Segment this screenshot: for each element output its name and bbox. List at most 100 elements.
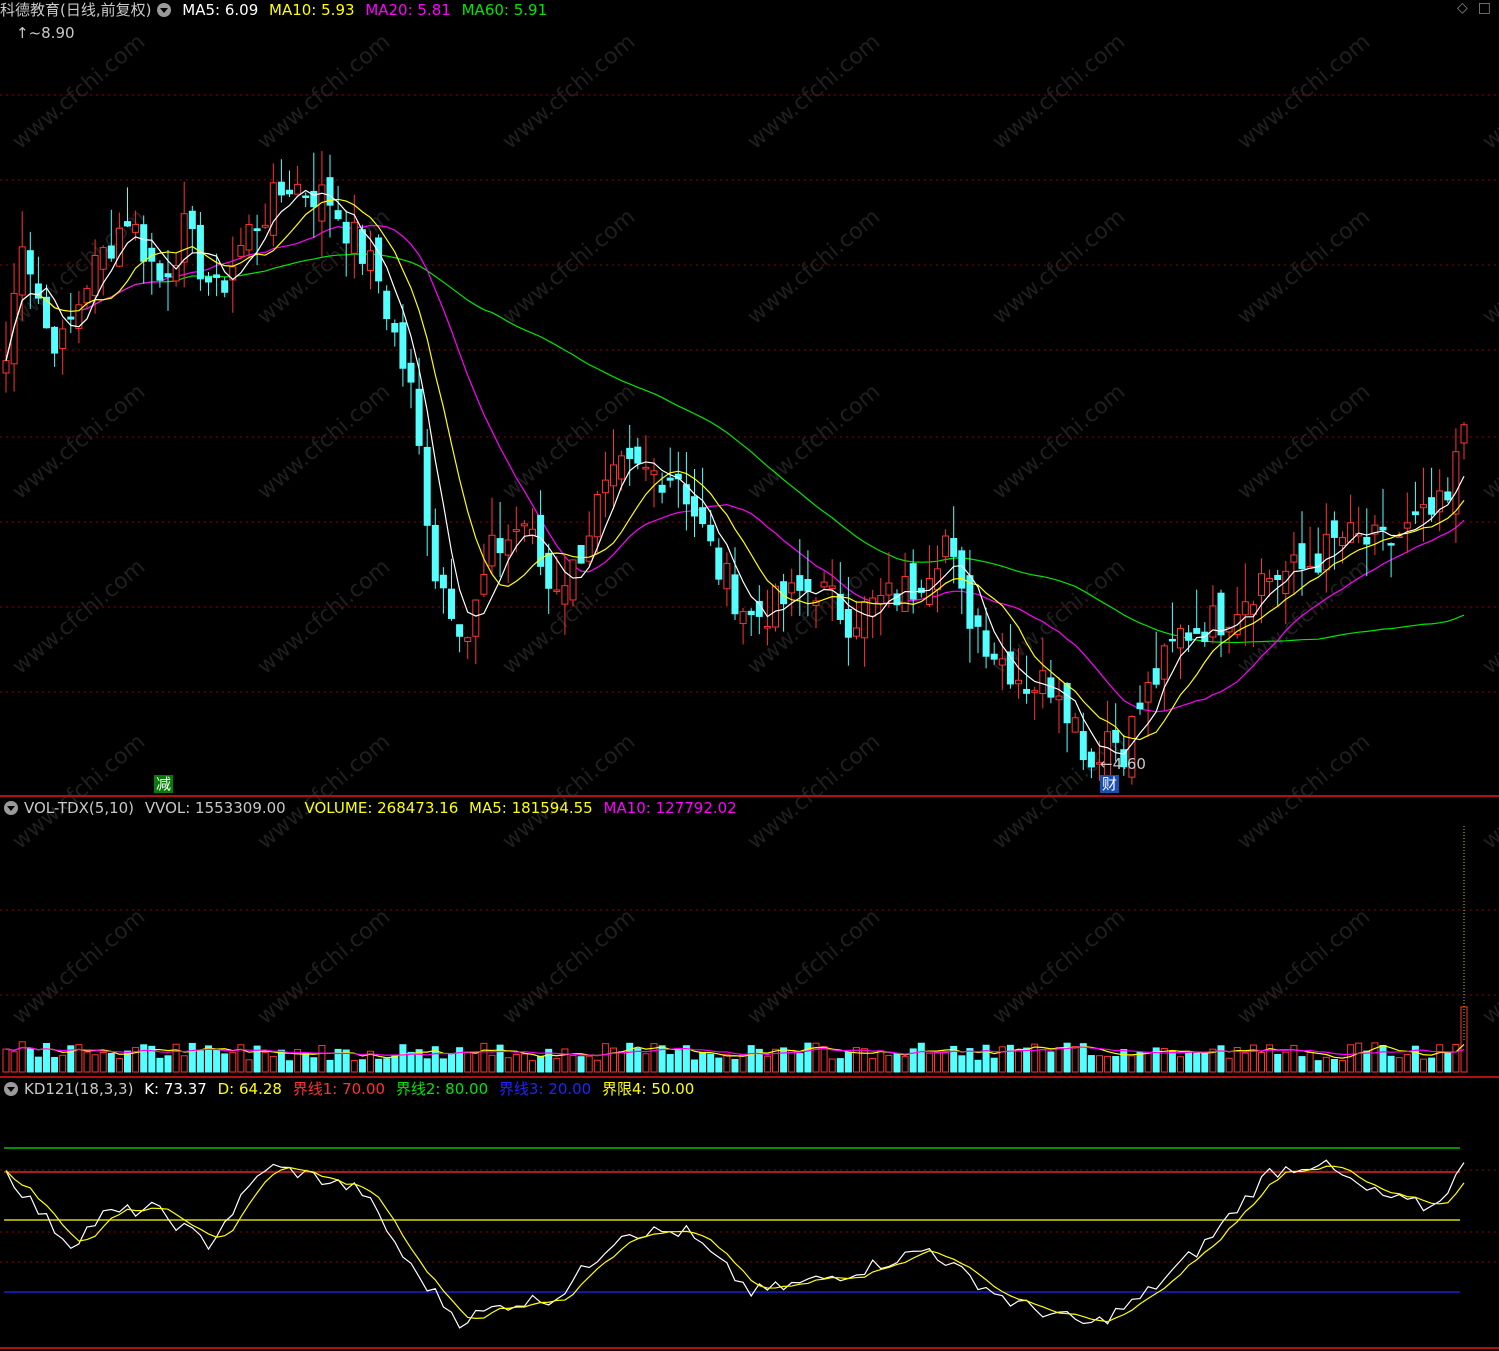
- candle-body: [1071, 717, 1079, 733]
- candle-body: [439, 574, 447, 589]
- chart-canvas[interactable]: www.cfchi.com www.cfchi.com www.cfchi.com w…: [0, 0, 1499, 1351]
- candle-body: [132, 223, 140, 233]
- volume-bar: [1314, 1060, 1322, 1073]
- low-price-value: 4.60: [1112, 755, 1146, 773]
- candle-body: [942, 535, 950, 558]
- watermark-text: www.cfchi.com: [743, 29, 885, 154]
- candle-body: [18, 246, 26, 296]
- candle-body: [1136, 702, 1144, 710]
- volume-bar: [1249, 1044, 1257, 1073]
- volume-bar: [99, 1052, 107, 1073]
- volume-bar: [934, 1052, 941, 1073]
- volume-bar: [820, 1046, 828, 1073]
- candle-body: [715, 547, 723, 580]
- volume-bar: [610, 1047, 617, 1073]
- volume-bar: [1144, 1051, 1152, 1073]
- watermark-text: www.cfchi.com: [988, 29, 1130, 154]
- kd-path: [5, 1159, 1465, 1329]
- main-toggle-icon[interactable]: [157, 3, 172, 17]
- candle-body: [618, 455, 626, 480]
- reduce-tag[interactable]: 减: [154, 775, 174, 793]
- candle-body: [731, 574, 739, 615]
- watermark-text: www.cfchi.com: [8, 554, 150, 679]
- volume-bar: [844, 1051, 852, 1073]
- watermark-text: www.cfchi.com: [498, 29, 640, 154]
- candle-body: [1112, 729, 1120, 743]
- volume-bar: [448, 1053, 455, 1073]
- volume-bars[interactable]: [2, 826, 1468, 1073]
- watermark-text: www.cfchi.com: [988, 904, 1130, 1029]
- volume-bar: [59, 1054, 67, 1073]
- candle-body: [1330, 520, 1338, 538]
- watermark-text: www.cfchi.com: [253, 554, 395, 679]
- candle-body: [804, 579, 812, 592]
- volume-bar: [982, 1044, 990, 1073]
- volume-bar: [1160, 1048, 1168, 1073]
- maximize-icon[interactable]: □: [1478, 0, 1491, 16]
- volume-bar: [739, 1054, 747, 1073]
- volume-bar: [893, 1053, 901, 1073]
- d-value: D: 64.28: [217, 1080, 282, 1098]
- volume-bar: [43, 1042, 50, 1073]
- candle-body: [1411, 511, 1419, 516]
- volume-bar: [310, 1057, 318, 1073]
- volume-bar: [593, 1059, 601, 1073]
- watermark-text: www.cfchi.com: [1478, 729, 1499, 854]
- diamond-icon[interactable]: ◇: [1457, 0, 1468, 16]
- candle-body: [302, 195, 310, 198]
- watermark-text: www.cfchi.com: [1233, 554, 1375, 679]
- candle-body: [1379, 526, 1387, 531]
- candle-body: [488, 534, 496, 567]
- volume-bar: [1112, 1056, 1120, 1073]
- volume-bar: [885, 1054, 893, 1073]
- volume-bar: [666, 1054, 674, 1073]
- volume-bar: [642, 1053, 650, 1073]
- candle-body: [51, 326, 59, 354]
- volume-bar: [196, 1050, 204, 1073]
- high-price-label: ↑~8.90: [16, 24, 75, 42]
- candle-body: [358, 229, 366, 264]
- candle-body: [561, 585, 569, 605]
- candle-body: [1452, 451, 1460, 515]
- volume-bar: [917, 1042, 925, 1073]
- candle-body: [464, 637, 472, 642]
- volume-bar: [1298, 1056, 1306, 1073]
- watermark-text: www.cfchi.com: [1478, 379, 1499, 504]
- candle-body: [504, 539, 512, 556]
- candle-body: [448, 588, 455, 619]
- volume-bar: [691, 1059, 698, 1073]
- candle-body: [415, 388, 423, 446]
- candle-body: [520, 523, 528, 527]
- watermark-text: www.cfchi.com: [253, 379, 395, 504]
- volume-bar: [1339, 1060, 1346, 1073]
- watermark-text: www.cfchi.com: [8, 29, 150, 154]
- candle-body: [1460, 424, 1468, 444]
- candle-body: [2, 360, 10, 374]
- volume-bar: [18, 1041, 26, 1073]
- volume-bar: [229, 1052, 237, 1073]
- candle-body: [261, 224, 269, 228]
- finance-tag[interactable]: 财: [1100, 775, 1120, 793]
- watermark-text: www.cfchi.com: [498, 379, 640, 504]
- volume-bar: [164, 1055, 172, 1073]
- volume-bar: [1241, 1052, 1249, 1073]
- volume-bar: [958, 1055, 966, 1073]
- candle-body: [885, 582, 893, 596]
- candle-body: [1403, 522, 1411, 529]
- volume-bar: [407, 1051, 415, 1073]
- volume-bar: [1185, 1051, 1193, 1073]
- volume-bar: [974, 1059, 982, 1073]
- volume-toggle-icon[interactable]: [4, 801, 18, 815]
- kd-toggle-icon[interactable]: [4, 1082, 18, 1096]
- candle-body: [739, 611, 747, 625]
- candle-body: [277, 181, 285, 196]
- window-controls: ◇ □: [1447, 0, 1491, 16]
- low-price-label: ←4.60: [1100, 755, 1146, 773]
- candle-body: [1023, 688, 1031, 694]
- volume-bar: [1274, 1053, 1282, 1073]
- candle-body: [723, 562, 731, 590]
- volume-bar: [763, 1055, 771, 1073]
- candle-body: [1087, 751, 1095, 768]
- candle-body: [626, 447, 634, 460]
- volume-bar: [1444, 1052, 1452, 1073]
